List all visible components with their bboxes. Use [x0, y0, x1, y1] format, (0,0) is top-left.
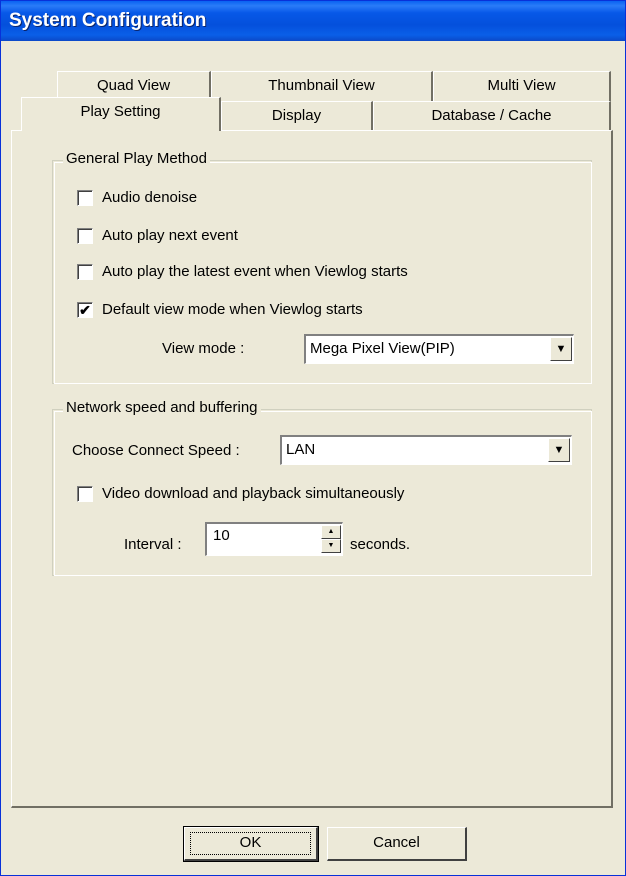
- tab-label: Multi View: [487, 77, 556, 94]
- tab-label: Play Setting: [80, 103, 161, 120]
- audio-denoise-checkbox[interactable]: [77, 190, 93, 206]
- system-configuration-dialog: System Configuration Quad View Thumbnail…: [0, 0, 626, 876]
- audio-denoise-label: Audio denoise: [102, 189, 198, 206]
- tab-label: Quad View: [96, 77, 171, 94]
- tab-play-setting[interactable]: Play Setting: [21, 97, 221, 131]
- auto-play-next-checkbox[interactable]: [77, 228, 93, 244]
- spin-up-icon[interactable]: ▲: [321, 525, 341, 539]
- view-mode-value: Mega Pixel View(PIP): [310, 340, 455, 357]
- dropdown-arrow-icon[interactable]: ▼: [548, 438, 570, 462]
- tab-thumbnail-view[interactable]: Thumbnail View: [211, 71, 433, 101]
- interval-unit: seconds.: [350, 536, 411, 553]
- interval-value: 10: [213, 527, 230, 544]
- interval-spinbox[interactable]: 10 ▲ ▼: [205, 522, 343, 556]
- interval-label: Interval :: [124, 536, 182, 553]
- ok-button[interactable]: OK: [183, 826, 319, 862]
- window-title: System Configuration: [9, 10, 207, 31]
- tab-database-cache[interactable]: Database / Cache: [373, 101, 611, 131]
- play-setting-panel: General Play Method Audio denoise Auto p…: [11, 130, 613, 808]
- connect-speed-select[interactable]: LAN ▼: [280, 435, 572, 465]
- tab-label: Display: [271, 107, 322, 124]
- tab-label: Thumbnail View: [268, 77, 375, 94]
- focus-rect: [190, 832, 311, 855]
- tab-multi-view[interactable]: Multi View: [433, 71, 611, 101]
- cancel-button[interactable]: Cancel: [327, 827, 467, 861]
- default-view-mode-checkbox[interactable]: ✔: [77, 302, 93, 318]
- tab-label: Database / Cache: [431, 107, 552, 124]
- connect-speed-value: LAN: [286, 441, 316, 458]
- connect-speed-label: Choose Connect Speed :: [72, 442, 240, 459]
- auto-play-latest-label: Auto play the latest event when Viewlog …: [102, 263, 408, 280]
- title-bar[interactable]: System Configuration: [1, 1, 625, 41]
- default-view-mode-label: Default view mode when Viewlog starts: [102, 301, 363, 318]
- simultaneous-playback-label: Video download and playback simultaneous…: [102, 485, 405, 502]
- spin-down-icon[interactable]: ▼: [321, 539, 341, 553]
- auto-play-next-label: Auto play next event: [102, 227, 238, 244]
- checkmark-icon: ✔: [79, 302, 91, 318]
- simultaneous-playback-checkbox[interactable]: [77, 486, 93, 502]
- dropdown-arrow-icon[interactable]: ▼: [550, 337, 572, 361]
- auto-play-latest-checkbox[interactable]: [77, 264, 93, 280]
- group-legend: Network speed and buffering: [63, 399, 261, 416]
- view-mode-select[interactable]: Mega Pixel View(PIP) ▼: [304, 334, 574, 364]
- cancel-label: Cancel: [373, 834, 420, 851]
- tab-display[interactable]: Display: [221, 101, 373, 131]
- group-legend: General Play Method: [63, 150, 210, 167]
- view-mode-label: View mode :: [162, 340, 245, 357]
